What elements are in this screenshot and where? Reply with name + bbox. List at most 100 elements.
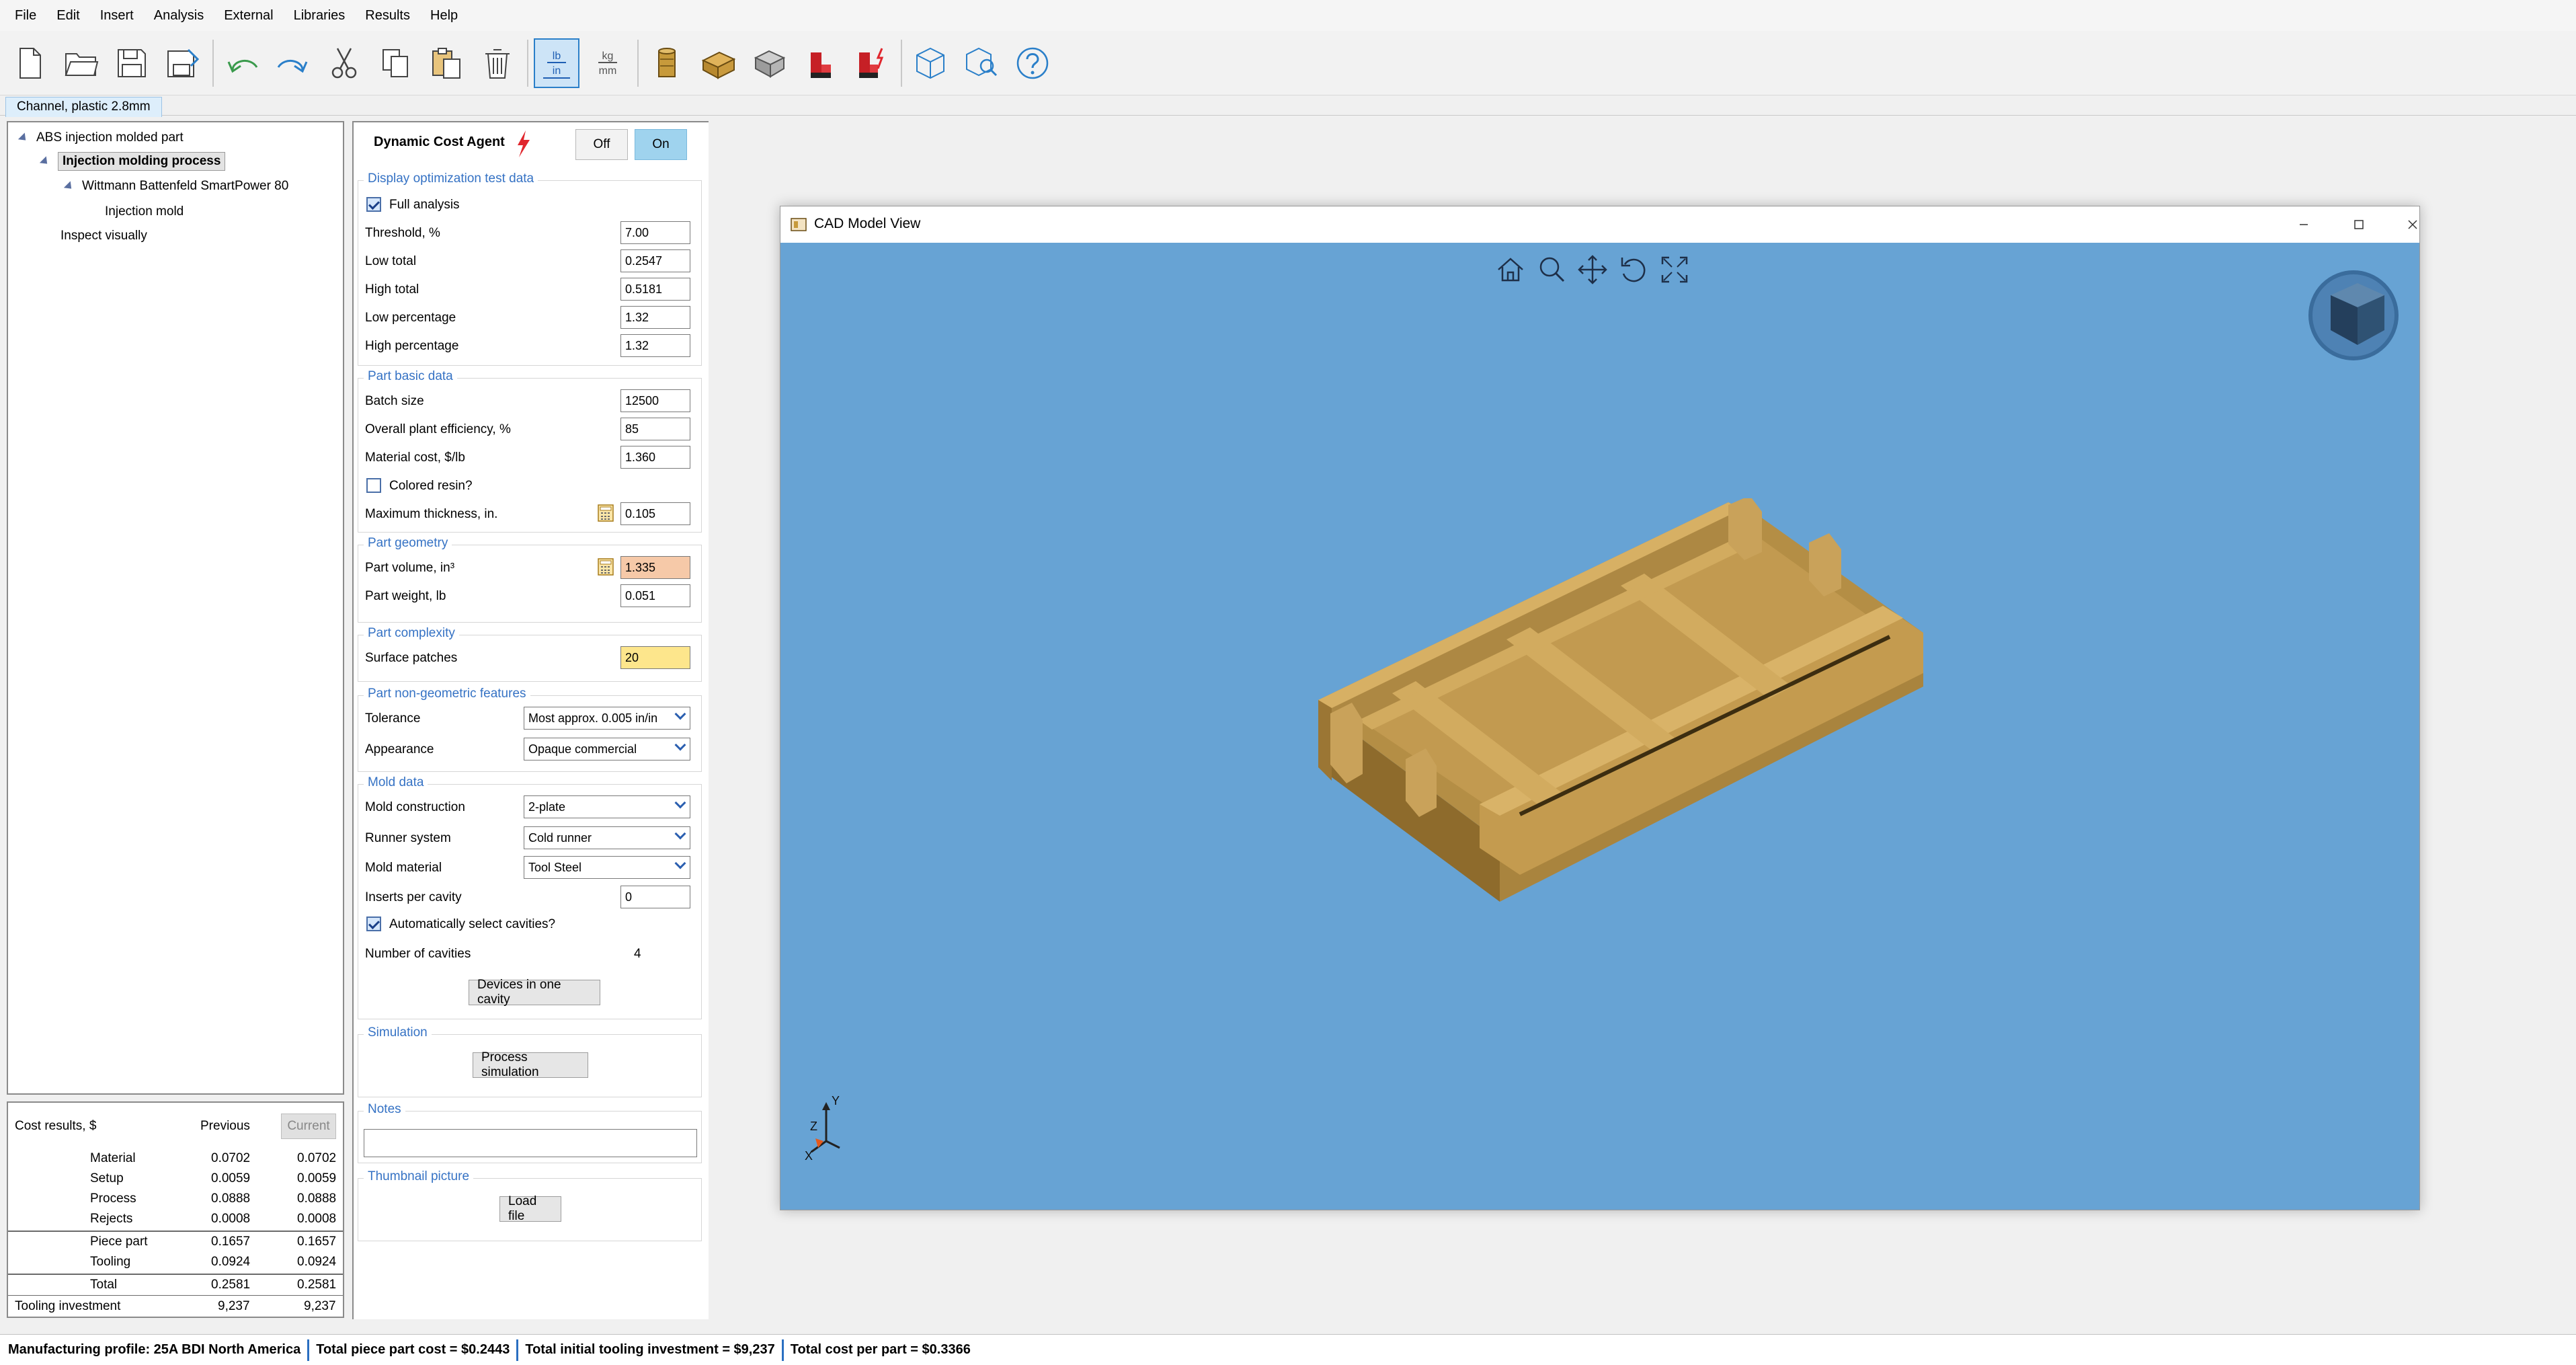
new-file-button[interactable]: [7, 38, 52, 88]
max-thickness-input[interactable]: 0.105: [620, 502, 690, 525]
menu-help[interactable]: Help: [429, 5, 459, 26]
tree-item-root[interactable]: ABS injection molded part: [17, 130, 184, 145]
paste-button[interactable]: [424, 38, 469, 88]
cost-previous: 0.0059: [211, 1171, 251, 1185]
units-metric-button[interactable]: kg mm: [585, 38, 631, 88]
magnet-button[interactable]: [797, 38, 843, 88]
help-button[interactable]: [1010, 38, 1055, 88]
menu-results[interactable]: Results: [364, 5, 411, 26]
cad-viewport[interactable]: Y Z X: [780, 243, 2419, 1210]
process-simulation-button[interactable]: Process simulation: [473, 1050, 588, 1079]
inserts-input[interactable]: 0: [620, 886, 690, 908]
tolerance-select[interactable]: Most approx. 0.005 in/in: [524, 707, 690, 730]
redo-button[interactable]: [270, 38, 316, 88]
cad-part-model[interactable]: [1298, 498, 1943, 915]
cut-button[interactable]: [321, 38, 367, 88]
agent-on-button[interactable]: On: [635, 129, 687, 160]
maximize-button[interactable]: [2339, 212, 2379, 237]
part-volume-input[interactable]: 1.335: [620, 556, 690, 579]
material-cost-input[interactable]: 1.360: [620, 446, 690, 469]
minimize-button[interactable]: [2284, 212, 2324, 237]
notes-input[interactable]: [364, 1129, 697, 1157]
batch-size-input[interactable]: 12500: [620, 389, 690, 412]
surface-patches-input[interactable]: 20: [620, 646, 690, 669]
full-analysis-checkbox[interactable]: [366, 197, 381, 212]
home-icon[interactable]: [1492, 251, 1529, 288]
save-as-icon: [167, 48, 200, 77]
expand-triangle-icon[interactable]: [63, 180, 75, 192]
menu-insert[interactable]: Insert: [99, 5, 135, 26]
undo-button[interactable]: [219, 38, 265, 88]
cube-search-button[interactable]: [959, 38, 1004, 88]
toolbar-separator: [212, 39, 214, 87]
current-column-button[interactable]: Current: [281, 1114, 336, 1139]
manufacturing-profile: Manufacturing profile: 25A BDI North Ame…: [8, 1342, 301, 1357]
magnet-lightning-button[interactable]: [848, 38, 894, 88]
part-weight-input[interactable]: 0.051: [620, 584, 690, 607]
field-label: Batch size: [365, 394, 424, 408]
menu-analysis[interactable]: Analysis: [153, 5, 205, 26]
tree-item-process[interactable]: Injection molding process: [39, 152, 226, 171]
high-percentage-input[interactable]: 1.32: [620, 334, 690, 357]
tree-item-inspect[interactable]: Inspect visually: [61, 229, 147, 243]
divider: [8, 1295, 343, 1296]
part-block-button[interactable]: [695, 38, 741, 88]
fit-to-screen-icon[interactable]: [1656, 251, 1693, 288]
close-button[interactable]: [2392, 212, 2433, 237]
rotate-icon[interactable]: [1615, 251, 1653, 288]
runner-system-select[interactable]: Cold runner: [524, 826, 690, 849]
high-total-input[interactable]: 0.5181: [620, 278, 690, 301]
appearance-row: Appearance Opaque commercial: [364, 736, 697, 762]
cost-row: Total 0.2581 0.2581: [8, 1275, 343, 1295]
cube-view-button[interactable]: [908, 38, 953, 88]
tree-item-mold[interactable]: Injection mold: [105, 204, 184, 219]
runner-system-row: Runner system Cold runner: [364, 825, 697, 851]
open-folder-button[interactable]: [58, 38, 104, 88]
low-total-input[interactable]: 0.2547: [620, 249, 690, 272]
cad-titlebar: CAD Model View: [780, 206, 2419, 243]
threshold-input[interactable]: 7.00: [620, 221, 690, 244]
copy-button[interactable]: [372, 38, 418, 88]
chevron-down-icon: [674, 797, 686, 809]
tree-item-machine[interactable]: Wittmann Battenfeld SmartPower 80: [63, 179, 288, 194]
agent-off-button[interactable]: Off: [575, 129, 628, 160]
mold-material-select[interactable]: Tool Steel: [524, 856, 690, 879]
mold-construction-select[interactable]: 2-plate: [524, 795, 690, 818]
material-roll-button[interactable]: [644, 38, 690, 88]
save-as-button[interactable]: [160, 38, 206, 88]
material-cost-row: Material cost, $/lb 1.360: [364, 444, 697, 470]
cost-label: Tooling investment: [15, 1299, 121, 1313]
menu-external[interactable]: External: [223, 5, 274, 26]
cost-row: Setup 0.0059 0.0059: [8, 1169, 343, 1189]
menu-edit[interactable]: Edit: [55, 5, 81, 26]
appearance-select[interactable]: Opaque commercial: [524, 738, 690, 760]
cost-previous: 0.0924: [211, 1255, 251, 1269]
toolbar-separator: [637, 39, 639, 87]
plant-efficiency-input[interactable]: 85: [620, 418, 690, 440]
pan-icon[interactable]: [1574, 251, 1611, 288]
surface-patches-row: Surface patches 20: [364, 645, 697, 670]
expand-triangle-icon[interactable]: [17, 132, 30, 144]
high-percentage-row: High percentage 1.32: [364, 333, 697, 358]
colored-resin-checkbox[interactable]: [366, 478, 381, 493]
devices-in-cavity-button[interactable]: Devices in one cavity: [469, 978, 600, 1007]
calculator-icon[interactable]: [596, 504, 615, 522]
low-percentage-input[interactable]: 1.32: [620, 306, 690, 329]
units-imperial-button[interactable]: lb in: [534, 38, 579, 88]
auto-cavities-checkbox[interactable]: [366, 916, 381, 931]
field-label: Low total: [365, 254, 417, 268]
save-button[interactable]: [109, 38, 155, 88]
menu-libraries[interactable]: Libraries: [292, 5, 347, 26]
red-magnet-icon: [811, 52, 831, 78]
cost-previous: 0.1657: [211, 1235, 251, 1249]
view-cube-icon[interactable]: [2306, 263, 2401, 364]
gray-part-button[interactable]: [746, 38, 792, 88]
menu-file[interactable]: File: [13, 5, 38, 26]
field-label: Mold construction: [365, 800, 465, 814]
expand-triangle-icon[interactable]: [39, 155, 51, 167]
delete-button[interactable]: [475, 38, 520, 88]
load-file-button[interactable]: Load file: [499, 1194, 561, 1223]
document-tab[interactable]: Channel, plastic 2.8mm: [5, 97, 162, 117]
calculator-icon[interactable]: [596, 557, 615, 576]
zoom-icon[interactable]: [1533, 251, 1571, 288]
